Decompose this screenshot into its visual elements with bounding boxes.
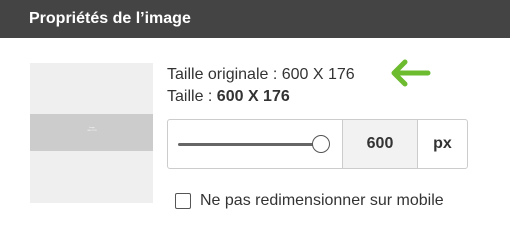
dialog-header: Propriétés de l’image xyxy=(0,0,510,38)
image-preview: Image 600 X 176 xyxy=(30,63,153,203)
no-mobile-resize-checkbox[interactable] xyxy=(175,193,191,209)
size-label: Taille : xyxy=(167,88,217,105)
width-slider-track[interactable] xyxy=(178,143,318,146)
image-preview-caption: Image 600 X 176 xyxy=(81,127,103,133)
resize-control: 600 px xyxy=(167,119,468,169)
width-input[interactable]: 600 xyxy=(342,120,418,168)
image-preview-placeholder: Image 600 X 176 xyxy=(30,114,153,151)
original-size-text: Taille originale : 600 X 176 xyxy=(167,66,355,83)
arrow-left-icon xyxy=(391,59,431,87)
dialog-title: Propriétés de l’image xyxy=(29,10,191,27)
width-slider-handle[interactable] xyxy=(312,135,330,153)
no-mobile-resize-label[interactable]: Ne pas redimensionner sur mobile xyxy=(200,191,444,211)
image-preview-caption-line2: 600 X 176 xyxy=(87,130,97,132)
size-value: 600 X 176 xyxy=(216,88,290,105)
unit-label: px xyxy=(433,135,452,152)
size-info: Taille : 600 X 176 xyxy=(167,87,290,107)
